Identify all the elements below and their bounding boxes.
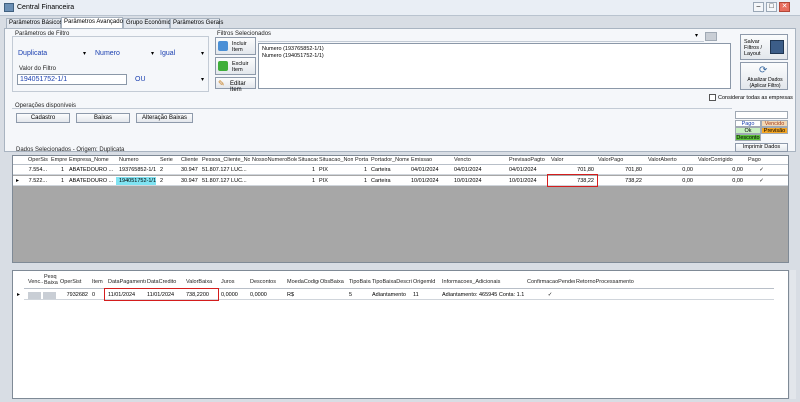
table-cell: Adiantamento: 465945 Conta: 1.1 — [442, 292, 524, 298]
detail-grid-rows: 7932682 0 11/01/2024 11/01/2024 738,2200 0,00… — [0, 0, 800, 300]
table-cell: R$ — [287, 292, 295, 298]
highlight-dates-box — [104, 288, 219, 301]
table-cell: 5 — [349, 292, 353, 298]
table-cell: 0 — [92, 292, 96, 298]
table-cell: 0,0000 — [221, 292, 238, 298]
table-cell: 11 — [413, 292, 419, 298]
confirmation-checkbox[interactable]: ✓ — [527, 292, 573, 298]
vertical-scrollbar[interactable] — [790, 270, 796, 399]
table-cell: 7932682 — [66, 292, 88, 298]
table-cell: Adiantamento — [372, 292, 406, 298]
table-cell: 0,0000 — [250, 292, 267, 298]
